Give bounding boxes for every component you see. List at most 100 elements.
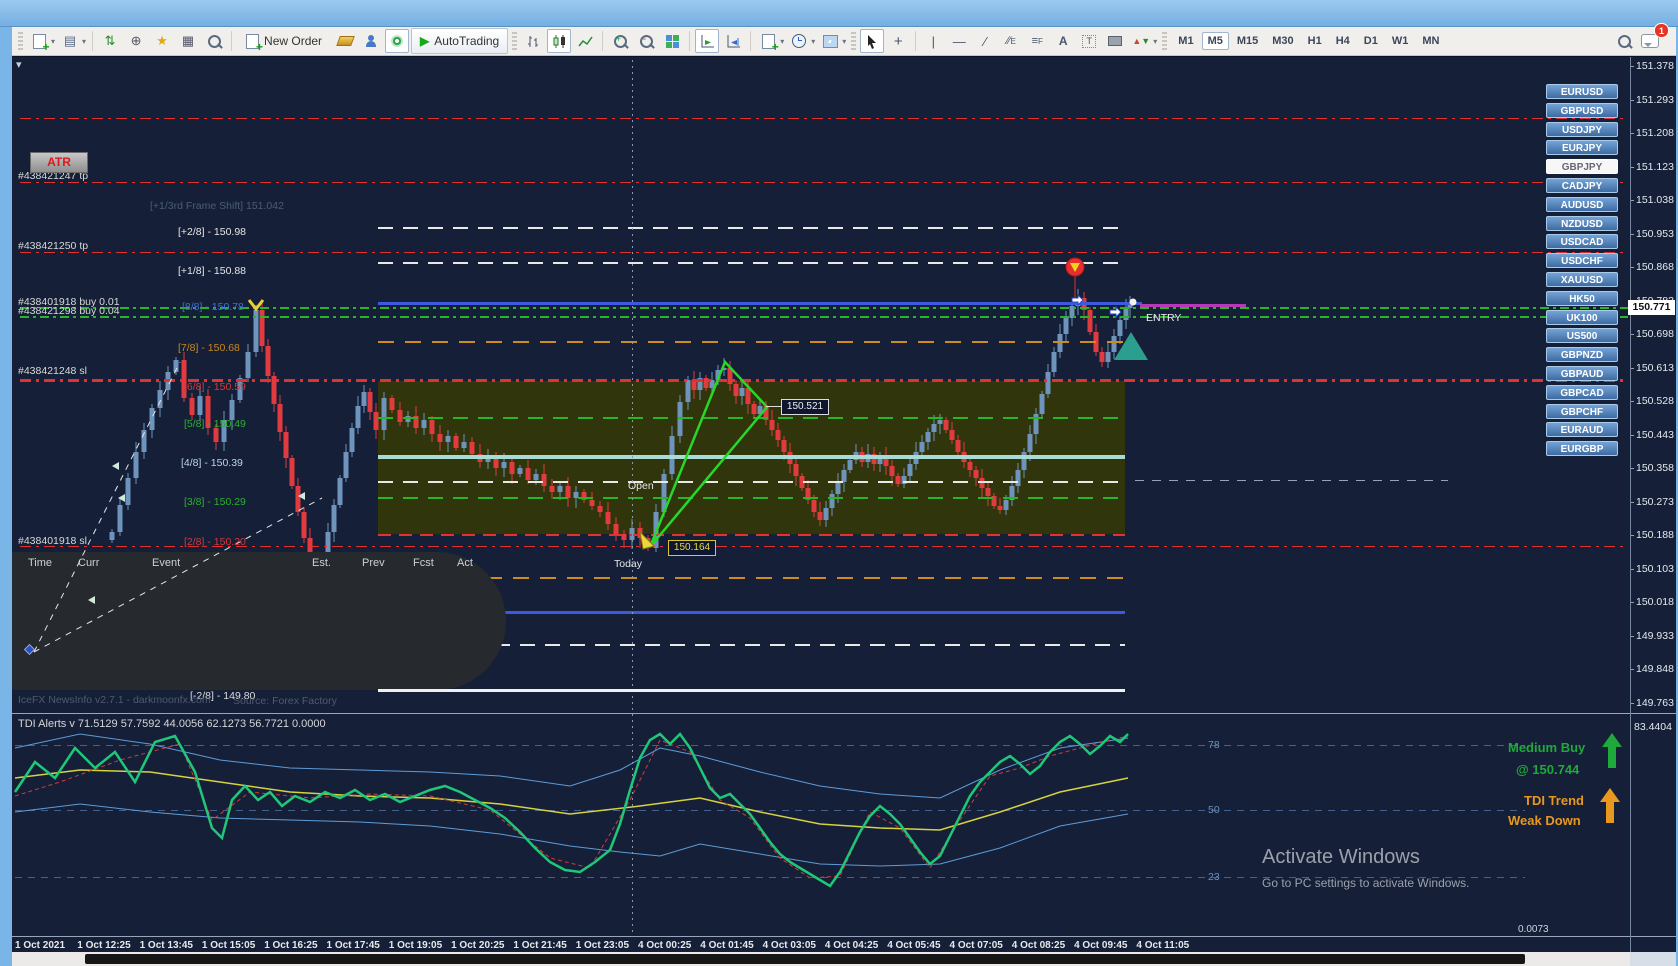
time-axis-label: 1 Oct 16:25 (264, 940, 318, 951)
time-axis-label: 4 Oct 03:05 (762, 940, 816, 951)
atr-button[interactable]: ATR (30, 152, 88, 173)
panel-divider[interactable] (12, 713, 1676, 714)
symbol-button-gbpjpy[interactable]: GBPJPY (1546, 159, 1618, 175)
symbol-button-usdcad[interactable]: USDCAD (1546, 234, 1618, 250)
symbol-button-eurgbp[interactable]: EURGBP (1546, 441, 1618, 457)
time-axis-label: 1 Oct 19:05 (388, 940, 443, 951)
symbol-button-cadjpy[interactable]: CADJPY (1546, 178, 1618, 193)
price-scale-label: 150.103 (1636, 562, 1674, 575)
tdi-level-label: 23 (1208, 871, 1220, 883)
time-axis-label: 1 Oct 23:05 (575, 940, 630, 951)
scale-divider[interactable] (1630, 57, 1631, 952)
order-sl-line[interactable] (20, 546, 1628, 547)
news-column-header: Est. (312, 557, 331, 569)
tdi-title: TDI Alerts v 71.5129 57.7592 44.0056 62.… (18, 718, 326, 730)
chart-window: Time Curr Event Est. Prev Fcst Act #438421247 t… (0, 0, 1678, 966)
price-scale-label: 150.528 (1636, 395, 1674, 407)
murrey-0-8-line (495, 611, 1125, 614)
activate-windows-watermark: Activate Windows (1262, 846, 1420, 868)
signal-line[interactable] (1140, 304, 1246, 307)
tdi-level-label: 78 (1208, 739, 1220, 751)
order-sl-line[interactable] (20, 379, 1628, 382)
symbol-button-uk100[interactable]: UK100 (1546, 309, 1618, 325)
time-axis-label: 4 Oct 05:45 (887, 940, 941, 951)
symbol-button-usdchf[interactable]: USDCHF (1546, 253, 1618, 269)
chart-expand-icon[interactable]: ▾ (16, 58, 22, 71)
entry-price-line[interactable] (378, 302, 1142, 305)
murrey-plus-1-8-line (378, 262, 1125, 264)
order-buy-line[interactable] (20, 316, 1628, 318)
extended-level-line[interactable] (1135, 480, 1448, 481)
symbol-button-gbpusd[interactable]: GBPUSD (1546, 102, 1618, 118)
price-scale-label: 149.933 (1636, 629, 1674, 642)
murrey-7-8-line (378, 341, 1125, 343)
scrollbar-thumb[interactable] (85, 954, 1525, 964)
symbol-button-usdjpy[interactable]: USDJPY (1546, 121, 1618, 137)
order-label[interactable]: #438421248 sl (18, 365, 87, 377)
price-scale-label: 151.208 (1636, 127, 1674, 139)
symbol-button-gbpcad[interactable]: GBPCAD (1546, 384, 1618, 400)
time-axis-label: 1 Oct 20:25 (451, 940, 505, 951)
order-label[interactable]: #438421250 tp (18, 240, 88, 252)
today-separator-line[interactable] (632, 60, 633, 934)
news-panel (12, 552, 506, 690)
tdi-signal-price: @ 150.744 (1516, 762, 1580, 777)
murrey-level-label: [3/8] - 150.29 (184, 496, 246, 508)
murrey-level-label: [2/8] - 150.20 (184, 536, 246, 548)
time-axis-label: 4 Oct 04:25 (824, 940, 879, 951)
murrey-level-label: [+2/8] - 150.98 (178, 226, 247, 238)
today-label: Today (614, 558, 643, 570)
time-axis-label: 4 Oct 08:25 (1011, 940, 1066, 951)
tdi-signal-text: Medium Buy (1508, 740, 1586, 755)
price-scale-label: 150.698 (1636, 328, 1674, 340)
buy-entry-arrow[interactable] (1114, 332, 1148, 360)
current-price-box: 150.771 (1628, 300, 1675, 315)
order-tp-line[interactable] (20, 252, 1628, 253)
symbol-button-euraud[interactable]: EURAUD (1546, 422, 1618, 438)
price-scale-label: 150.188 (1636, 529, 1674, 541)
time-axis-label: 1 Oct 13:45 (139, 940, 193, 951)
price-tag-low[interactable]: 150.164 (668, 540, 716, 556)
tdi-trend-text: TDI Trend (1524, 793, 1584, 808)
symbol-button-eurjpy[interactable]: EURJPY (1546, 140, 1618, 156)
symbol-button-hk50[interactable]: HK50 (1546, 290, 1618, 306)
order-label[interactable]: #438421298 buy 0.04 (18, 305, 120, 317)
price-scale-label: 150.868 (1636, 261, 1674, 273)
indicator-scale-label: 83.4404 (1634, 721, 1672, 733)
session-open-line (378, 481, 1125, 483)
order-tp-line[interactable] (20, 118, 1628, 119)
news-column-header: Fcst (413, 557, 434, 569)
murrey-level-label: [5/8] - 150.49 (184, 418, 246, 430)
time-axis-label: 1 Oct 15:05 (201, 940, 256, 951)
activate-windows-watermark-sub: Go to PC settings to activate Windows. (1262, 876, 1470, 890)
news-column-header: Event (152, 557, 181, 569)
order-label[interactable]: #438401918 sl (18, 535, 87, 547)
price-tag-high[interactable]: 150.521 (781, 399, 829, 415)
session-open-label: Open (628, 480, 654, 492)
symbol-button-xauusd[interactable]: XAUUSD (1546, 272, 1618, 287)
time-axis-label: 4 Oct 07:05 (949, 940, 1003, 951)
price-scale-label: 151.038 (1636, 194, 1674, 206)
murrey-level-label: [6/8] - 150.59 (184, 381, 246, 393)
news-column-header: Curr (78, 557, 100, 569)
corner-value-label: 0.0073 (1518, 924, 1549, 935)
news-column-header: Prev (362, 557, 385, 569)
order-tp-line[interactable] (20, 182, 1628, 183)
symbol-button-eurusd[interactable]: EURUSD (1546, 84, 1618, 99)
order-buy-line[interactable] (20, 307, 1628, 309)
murrey-level-label: [8/8] - 150.78 (182, 301, 244, 313)
symbol-button-gbpchf[interactable]: GBPCHF (1546, 403, 1618, 419)
price-scale-label: 150.443 (1636, 428, 1674, 441)
symbol-button-us500[interactable]: US500 (1546, 328, 1618, 344)
price-scale-label: 151.123 (1636, 160, 1674, 173)
mt4-window: { "colors": { "chart_bg": "#152038", "ol… (0, 0, 1678, 966)
entry-label[interactable]: ENTRY (1146, 312, 1181, 324)
symbol-button-gbpaud[interactable]: GBPAUD (1546, 366, 1618, 381)
tdi-level-label: 50 (1208, 804, 1220, 816)
symbol-button-audusd[interactable]: AUDUSD (1546, 196, 1618, 212)
symbol-button-nzdusd[interactable]: NZDUSD (1546, 215, 1618, 231)
murrey-plus-2-8-line (378, 227, 1125, 229)
symbol-button-gbpnzd[interactable]: GBPNZD (1546, 347, 1618, 363)
time-axis-label: 4 Oct 09:45 (1074, 940, 1128, 951)
murrey-5-8-line (378, 417, 1125, 419)
